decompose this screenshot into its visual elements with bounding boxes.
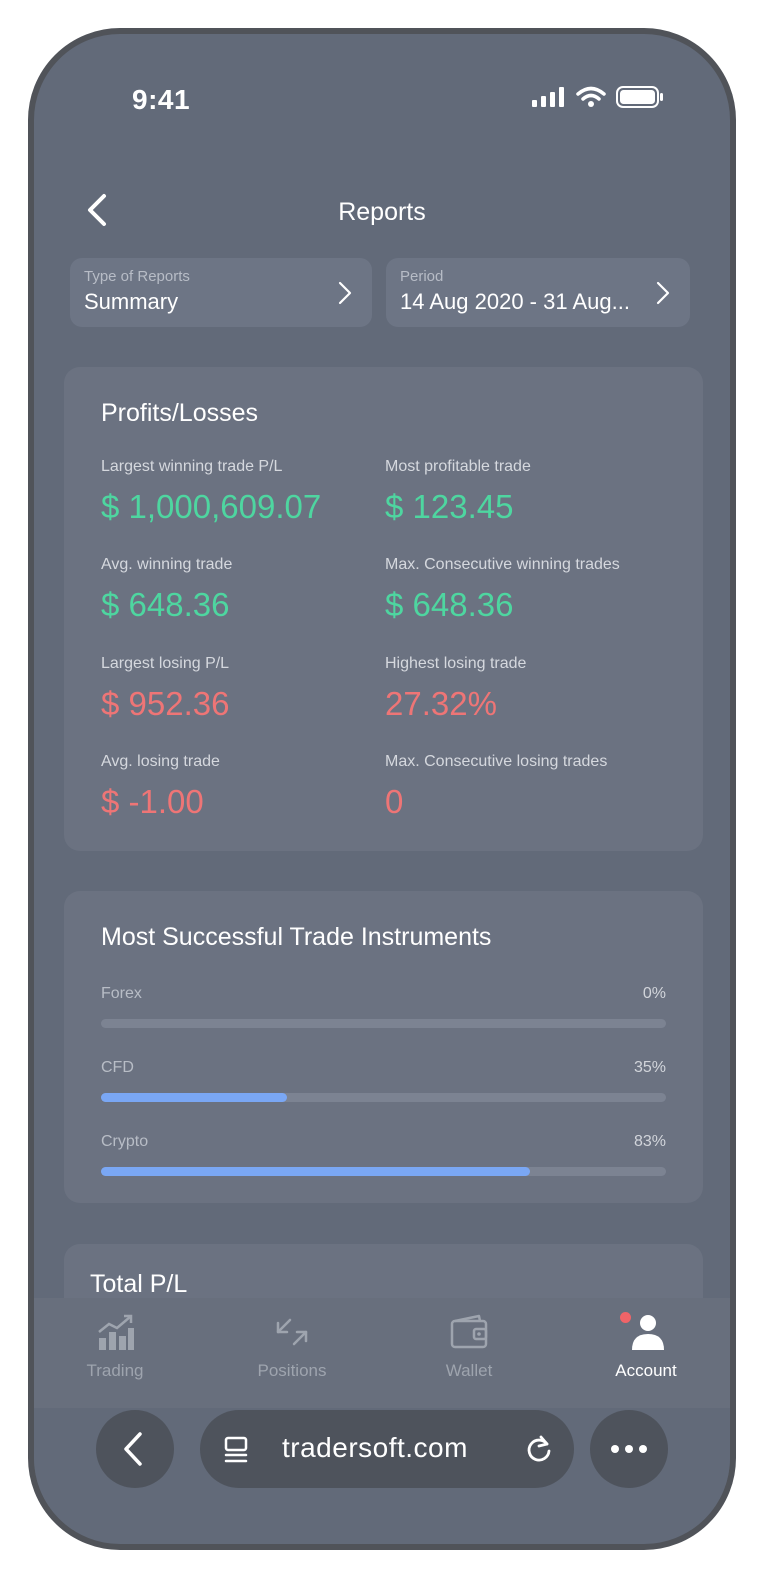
chevron-left-icon — [124, 1432, 142, 1466]
metric-highest-losing: Highest losing trade 27.32% — [385, 655, 526, 723]
instrument-label: CFD — [101, 1059, 134, 1076]
notification-dot — [620, 1312, 631, 1323]
progress-track — [101, 1167, 666, 1176]
wifi-icon — [576, 86, 606, 107]
tab-label: Wallet — [445, 1361, 493, 1380]
tab-label: Positions — [257, 1361, 327, 1380]
metric-avg-winning: Avg. winning trade $ 648.36 — [101, 556, 232, 624]
metric-max-consecutive-winning: Max. Consecutive winning trades $ 648.36 — [385, 556, 620, 624]
metric-label: Max. Consecutive winning trades — [385, 556, 620, 573]
metric-label: Avg. winning trade — [101, 556, 233, 573]
metric-value: $ -1.00 — [101, 783, 204, 820]
instrument-row-cfd: CFD 35% — [101, 1059, 666, 1102]
metric-label: Most profitable trade — [385, 458, 531, 475]
bottom-tab-bar: Trading Positions Wallet Account — [34, 1298, 730, 1408]
url-text: tradersoft.com — [282, 1432, 468, 1463]
period-label: Period — [400, 268, 444, 285]
chevron-right-icon — [338, 281, 352, 305]
trading-chart-icon — [98, 1314, 134, 1350]
status-time: 9:41 — [132, 84, 191, 115]
report-type-value: Summary — [84, 289, 179, 314]
instrument-percent: 83% — [633, 1133, 666, 1150]
battery-icon — [616, 86, 663, 108]
profits-losses-card: Profits/Losses Largest winning trade P/L… — [64, 367, 703, 851]
report-type-label: Type of Reports — [84, 268, 190, 285]
instrument-label: Forex — [101, 985, 142, 1002]
tab-wallet[interactable]: Wallet — [389, 1298, 549, 1381]
instrument-label: Crypto — [101, 1133, 149, 1150]
metric-label: Max. Consecutive losing trades — [385, 753, 608, 770]
metric-value: 27.32% — [385, 685, 497, 722]
metric-value: $ 123.45 — [385, 488, 514, 525]
browser-url-bar[interactable]: tradersoft.com — [200, 1410, 574, 1488]
tab-label: Account — [615, 1361, 677, 1380]
metric-value: $ 1,000,609.07 — [101, 488, 322, 525]
instrument-percent: 35% — [633, 1059, 666, 1076]
browser-back-button[interactable] — [96, 1410, 174, 1488]
tabs-icon — [224, 1436, 248, 1463]
progress-fill — [101, 1167, 531, 1176]
chevron-right-icon — [656, 281, 670, 305]
metric-value: $ 648.36 — [101, 586, 230, 623]
tab-label: Trading — [86, 1361, 144, 1380]
total-pl-title: Total P/L — [90, 1270, 188, 1298]
tab-positions[interactable]: Positions — [212, 1298, 372, 1381]
metric-value: $ 648.36 — [385, 586, 514, 623]
instrument-row-forex: Forex 0% — [101, 985, 666, 1028]
progress-fill — [101, 1093, 288, 1102]
signal-icon — [532, 87, 564, 107]
profits-losses-title: Profits/Losses — [101, 399, 259, 427]
more-dots-icon — [611, 1445, 647, 1453]
metric-max-consecutive-losing: Max. Consecutive losing trades 0 — [385, 753, 607, 821]
metric-label: Largest losing P/L — [101, 655, 230, 672]
tab-account[interactable]: Account — [566, 1298, 726, 1381]
progress-track — [101, 1093, 666, 1102]
metric-largest-winning: Largest winning trade P/L $ 1,000,609.07 — [101, 458, 321, 526]
instruments-card: Most Successful Trade Instruments Forex … — [64, 891, 703, 1203]
status-icons — [532, 86, 664, 108]
metric-label: Largest winning trade P/L — [101, 458, 283, 475]
period-selector[interactable]: Period 14 Aug 2020 - 31 Aug... — [386, 258, 690, 327]
wallet-icon — [450, 1314, 488, 1349]
period-value: 14 Aug 2020 - 31 Aug... — [400, 289, 630, 314]
metric-value: $ 952.36 — [101, 685, 230, 722]
phone-frame: 9:41 Reports Type of Reports Summary Per… — [28, 28, 736, 1550]
metric-label: Avg. losing trade — [101, 753, 220, 770]
metric-most-profitable: Most profitable trade $ 123.45 — [385, 458, 531, 526]
instruments-title: Most Successful Trade Instruments — [101, 923, 492, 951]
tab-trading[interactable]: Trading — [35, 1298, 195, 1381]
progress-track — [101, 1019, 666, 1028]
metric-largest-losing: Largest losing P/L $ 952.36 — [101, 655, 229, 723]
report-type-selector[interactable]: Type of Reports Summary — [70, 258, 372, 327]
instrument-percent: 0% — [642, 985, 666, 1002]
arrows-swap-icon — [276, 1318, 308, 1346]
reload-icon[interactable] — [524, 1434, 554, 1464]
metric-avg-losing: Avg. losing trade $ -1.00 — [101, 753, 220, 821]
metric-label: Highest losing trade — [385, 655, 527, 672]
metric-value: 0 — [385, 783, 404, 820]
instrument-row-crypto: Crypto 83% — [101, 1133, 666, 1176]
browser-more-button[interactable] — [590, 1410, 668, 1488]
account-icon — [632, 1315, 664, 1350]
page-title: Reports — [338, 198, 426, 226]
